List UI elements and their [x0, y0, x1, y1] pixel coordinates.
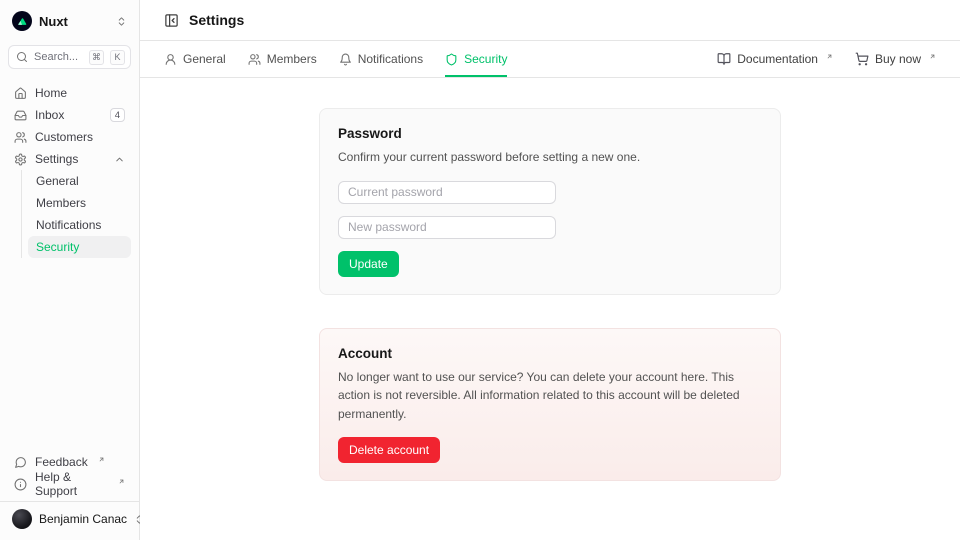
sidebar-item-inbox[interactable]: Inbox 4 — [8, 104, 131, 126]
search-icon — [16, 51, 28, 63]
team-switcher[interactable]: Nuxt — [8, 8, 131, 34]
sidebar-item-label: Members — [36, 196, 123, 210]
external-link-icon — [98, 456, 105, 463]
kbd-cmd: ⌘ — [89, 50, 104, 65]
account-card: Account No longer want to use our servic… — [319, 328, 781, 482]
main-panel: Settings General Members Notifications S… — [140, 0, 960, 540]
tab-label: Security — [464, 52, 507, 66]
cart-icon — [855, 52, 869, 66]
page-header: Settings — [140, 0, 960, 41]
external-link-icon — [118, 478, 125, 485]
collapse-sidebar-icon[interactable] — [164, 13, 179, 28]
sidebar-item-home[interactable]: Home — [8, 82, 131, 104]
sidebar-item-settings[interactable]: Settings — [8, 148, 131, 170]
gear-icon — [14, 153, 27, 166]
user-menu[interactable]: Benjamin Canac — [8, 502, 131, 536]
info-icon — [14, 478, 27, 491]
user-icon — [164, 53, 177, 66]
home-icon — [14, 87, 27, 100]
settings-subnav: General Members Notifications Security — [21, 170, 131, 258]
tab-notifications[interactable]: Notifications — [339, 41, 423, 77]
inbox-icon — [14, 109, 27, 122]
current-password-field[interactable] — [338, 181, 556, 204]
help-support-label: Help & Support — [35, 470, 108, 498]
search-placeholder: Search... — [34, 51, 83, 63]
users-icon — [248, 53, 261, 66]
search-input[interactable]: Search... ⌘ K — [8, 45, 131, 69]
sidebar-item-label: Customers — [35, 130, 125, 144]
delete-account-button[interactable]: Delete account — [338, 437, 440, 463]
update-password-button[interactable]: Update — [338, 251, 399, 277]
account-card-title: Account — [338, 346, 762, 361]
documentation-link[interactable]: Documentation — [717, 41, 833, 77]
tabbar-spacer — [529, 41, 695, 77]
bell-icon — [339, 53, 352, 66]
buy-now-link[interactable]: Buy now — [855, 41, 936, 77]
tab-label: Members — [267, 52, 317, 66]
shield-icon — [445, 53, 458, 66]
tab-label: General — [183, 52, 226, 66]
chat-bubble-icon — [14, 456, 27, 469]
sidebar-item-customers[interactable]: Customers — [8, 126, 131, 148]
team-name: Nuxt — [39, 14, 109, 29]
password-card: Password Confirm your current password b… — [319, 108, 781, 295]
new-password-field[interactable] — [338, 216, 556, 239]
account-card-description: No longer want to use our service? You c… — [338, 368, 762, 424]
sidebar: Nuxt Search... ⌘ K Home Inbox 4 — [0, 0, 140, 540]
chevrons-up-down-icon — [116, 16, 127, 27]
kbd-k: K — [110, 50, 125, 65]
sidebar-item-members[interactable]: Members — [28, 192, 131, 214]
nuxt-logo-icon — [12, 11, 32, 31]
user-name: Benjamin Canac — [39, 512, 127, 526]
sidebar-footer: Feedback Help & Support Benjamin Canac — [8, 451, 131, 540]
help-support-link[interactable]: Help & Support — [8, 473, 131, 495]
tab-security[interactable]: Security — [445, 41, 507, 77]
sidebar-item-security[interactable]: Security — [28, 236, 131, 258]
sidebar-item-label: Security — [36, 240, 123, 254]
sidebar-item-label: General — [36, 174, 123, 188]
avatar — [12, 509, 32, 529]
settings-tabbar: General Members Notifications Security — [140, 41, 960, 78]
tab-general[interactable]: General — [164, 41, 226, 77]
sidebar-item-label: Home — [35, 86, 125, 100]
external-link-icon — [826, 53, 833, 60]
sidebar-item-label: Notifications — [36, 218, 123, 232]
settings-security-content: Password Confirm your current password b… — [140, 78, 960, 481]
password-card-title: Password — [338, 126, 762, 141]
users-icon — [14, 131, 27, 144]
sidebar-item-label: Inbox — [35, 108, 102, 122]
documentation-label: Documentation — [737, 52, 818, 66]
buy-now-label: Buy now — [875, 52, 921, 66]
external-link-icon — [929, 53, 936, 60]
sidebar-item-notifications[interactable]: Notifications — [28, 214, 131, 236]
book-icon — [717, 52, 731, 66]
feedback-label: Feedback — [35, 455, 88, 469]
sidebar-item-label: Settings — [35, 152, 106, 166]
tab-label: Notifications — [358, 52, 423, 66]
chevron-up-icon — [114, 154, 125, 165]
inbox-count-badge: 4 — [110, 108, 125, 122]
password-card-description: Confirm your current password before set… — [338, 148, 762, 167]
sidebar-nav: Home Inbox 4 Customers Settings — [8, 82, 131, 451]
tab-members[interactable]: Members — [248, 41, 317, 77]
page-title: Settings — [189, 12, 244, 28]
sidebar-item-general[interactable]: General — [28, 170, 131, 192]
